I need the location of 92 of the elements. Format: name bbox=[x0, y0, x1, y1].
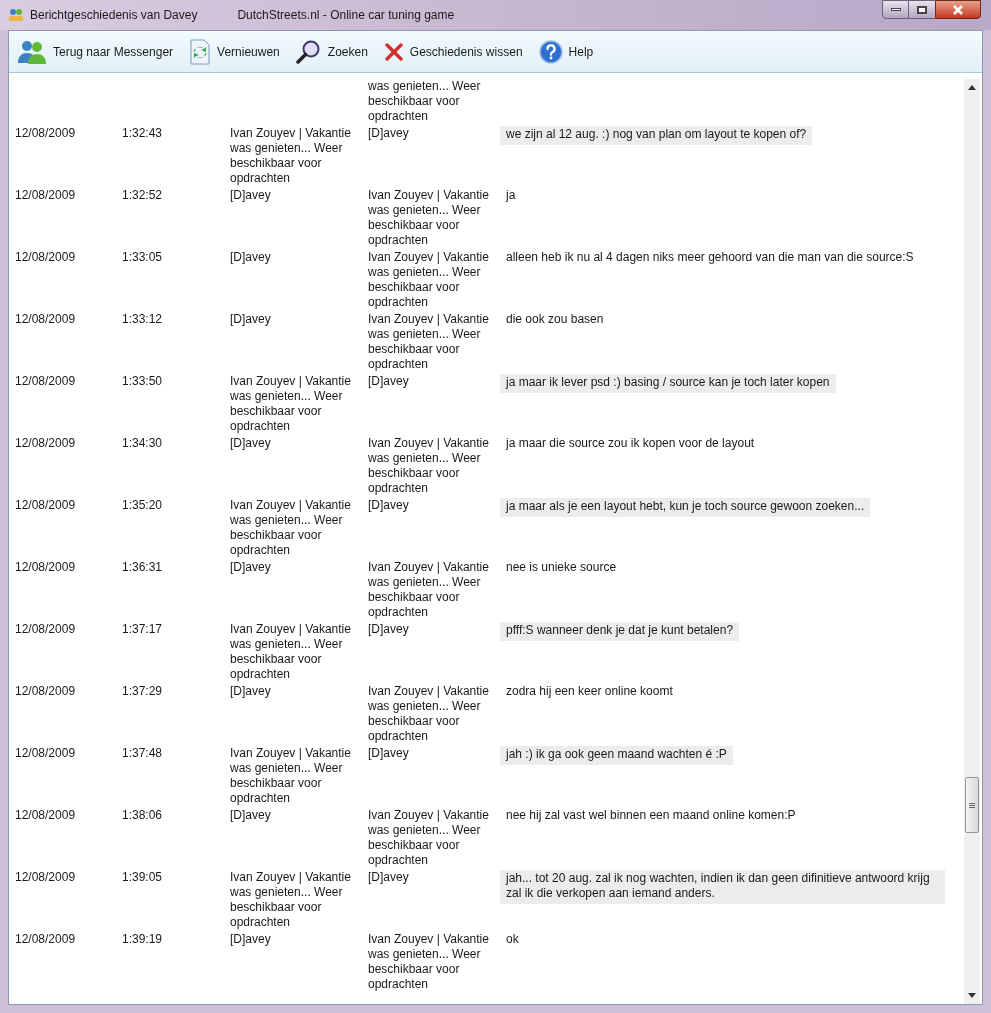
message-text: ja maar die source zou ik kopen voor de layout bbox=[504, 436, 756, 451]
recipient-cell-text: Ivan Zouyev | Vakantie was genieten... Weer beschikbaar voor opdrachten bbox=[368, 684, 490, 744]
date-cell-text: 12/08/2009 bbox=[15, 560, 77, 575]
recipient-cell-text: Ivan Zouyev | Vakantie was genieten... Weer beschikbaar voor opdrachten bbox=[368, 436, 490, 496]
time-cell-text: 1:37:29 bbox=[122, 684, 164, 699]
scrollbar[interactable] bbox=[964, 79, 980, 1004]
date-cell-text: 12/08/2009 bbox=[15, 870, 77, 885]
time-cell-text: 1:32:43 bbox=[122, 126, 164, 141]
date-cell-text: 12/08/2009 bbox=[15, 250, 77, 265]
recipient-cell-text: Ivan Zouyev | Vakantie was genieten... Weer beschikbaar voor opdrachten bbox=[368, 188, 490, 248]
time-cell-text: 1:32:52 bbox=[122, 188, 164, 203]
time-cell-text: 1:33:05 bbox=[122, 250, 164, 265]
refresh-icon bbox=[189, 38, 212, 65]
date-cell-text: 12/08/2009 bbox=[15, 746, 77, 761]
sender-cell-text: [D]avey bbox=[230, 188, 272, 203]
sender-cell-text: Ivan Zouyev | Vakantie was genieten... Weer beschikbaar voor opdrachten bbox=[230, 746, 352, 806]
sender-cell-text: Ivan Zouyev | Vakantie was genieten... Weer beschikbaar voor opdrachten bbox=[230, 622, 352, 682]
time-cell-text: 1:36:31 bbox=[122, 560, 164, 575]
recipient-cell-text: [D]avey bbox=[368, 374, 410, 389]
message-text: alleen heb ik nu al 4 dagen niks meer gehoord van die man van die source:S bbox=[505, 250, 915, 265]
time-cell-text: 1:39:19 bbox=[122, 932, 164, 947]
message-text: nee hij zal vast wel binnen een maand online komen:P bbox=[505, 808, 797, 823]
scroll-down-icon[interactable] bbox=[968, 993, 976, 998]
recipient-cell-text: [D]avey bbox=[368, 126, 410, 141]
toolbar-button[interactable]: Help bbox=[534, 39, 598, 64]
date-cell-text: 12/08/2009 bbox=[15, 684, 77, 699]
sender-cell-text: [D]avey bbox=[230, 808, 272, 823]
close-icon bbox=[383, 41, 404, 62]
message-text: die ook zou basen bbox=[505, 312, 605, 327]
time-cell-text: 1:38:06 bbox=[122, 808, 164, 823]
date-cell-text: 12/08/2009 bbox=[15, 374, 77, 389]
toolbar-button[interactable]: Geschiedenis wissen bbox=[379, 41, 527, 62]
toolbar-button[interactable]: Vernieuwen bbox=[185, 38, 284, 65]
message-text: jah :) ik ga ook geen maand wachten é :P bbox=[500, 746, 733, 765]
recipient-cell-text: [D]avey bbox=[368, 746, 410, 761]
toolbar-button[interactable]: Terug naar Messenger bbox=[13, 38, 178, 65]
window-subtitle: DutchStreets.nl - Online car tuning game bbox=[237, 7, 455, 24]
date-cell-text: 12/08/2009 bbox=[15, 436, 77, 451]
sender-cell-text: [D]avey bbox=[230, 250, 272, 265]
toolbar-button[interactable]: Zoeken bbox=[291, 38, 372, 65]
message-text: we zijn al 12 aug. :) nog van plan om layout te kopen of? bbox=[500, 126, 813, 145]
close-button[interactable] bbox=[935, 0, 981, 19]
date-cell-text: 12/08/2009 bbox=[15, 126, 77, 141]
close-icon bbox=[952, 4, 964, 15]
date-cell-text: 12/08/2009 bbox=[15, 622, 77, 637]
recipient-cell-text: Ivan Zouyev | Vakantie was genieten... Weer beschikbaar voor opdrachten bbox=[368, 560, 490, 620]
help-icon bbox=[538, 39, 563, 64]
message-text: ja maar als je een layout hebt, kun je toch source gewoon zoeken... bbox=[500, 498, 871, 517]
recipient-cell-text: Ivan Zouyev | Vakantie was genieten... Weer beschikbaar voor opdrachten bbox=[368, 932, 490, 992]
date-cell-text: 12/08/2009 bbox=[15, 188, 77, 203]
time-cell-text: 1:33:50 bbox=[122, 374, 164, 389]
message-text: nee is unieke source bbox=[505, 560, 618, 575]
sender-cell-text: [D]avey bbox=[230, 560, 272, 575]
scroll-up-icon[interactable] bbox=[968, 85, 976, 90]
time-cell-text: 1:37:17 bbox=[122, 622, 164, 637]
people-icon bbox=[17, 38, 47, 65]
recipient-cell-text: [D]avey bbox=[368, 622, 410, 637]
recipient-cell-text: [D]avey bbox=[368, 498, 410, 513]
sender-cell-text: Ivan Zouyev | Vakantie was genieten... Weer beschikbaar voor opdrachten bbox=[230, 374, 352, 434]
date-cell-text: 12/08/2009 bbox=[15, 808, 77, 823]
recipient-cell-text: Ivan Zouyev | Vakantie was genieten... Weer beschikbaar voor opdrachten bbox=[368, 312, 490, 372]
time-cell-text: 1:35:20 bbox=[122, 498, 164, 513]
time-cell-text: 1:39:05 bbox=[122, 870, 164, 885]
scroll-thumb[interactable] bbox=[965, 777, 979, 833]
recipient-cell-text: Ivan Zouyev | Vakantie was genieten... Weer beschikbaar voor opdrachten bbox=[368, 250, 490, 310]
recipient-text: was genieten... Weer beschikbaar voor opdrachten bbox=[368, 79, 482, 124]
sender-cell-text: Ivan Zouyev | Vakantie was genieten... Weer beschikbaar voor opdrachten bbox=[230, 870, 352, 930]
sender-cell-text: [D]avey bbox=[230, 312, 272, 327]
time-cell-text: 1:37:48 bbox=[122, 746, 164, 761]
date-cell-text: 12/08/2009 bbox=[15, 498, 77, 513]
message-text: ja bbox=[504, 188, 517, 203]
date-cell-text: 12/08/2009 bbox=[15, 932, 77, 947]
time-cell-text: 1:33:12 bbox=[122, 312, 164, 327]
time-cell-text: 1:34:30 bbox=[122, 436, 164, 451]
recipient-cell-text: Ivan Zouyev | Vakantie was genieten... Weer beschikbaar voor opdrachten bbox=[368, 808, 490, 868]
message-text: ok bbox=[505, 932, 520, 947]
sender-cell-text: [D]avey bbox=[230, 684, 272, 699]
sender-cell-text: Ivan Zouyev | Vakantie was genieten... Weer beschikbaar voor opdrachten bbox=[230, 126, 352, 186]
date-cell-text: 12/08/2009 bbox=[15, 312, 77, 327]
sender-cell-text: Ivan Zouyev | Vakantie was genieten... Weer beschikbaar voor opdrachten bbox=[230, 498, 352, 558]
app-icon bbox=[8, 8, 24, 22]
maximize-button[interactable] bbox=[909, 0, 935, 19]
message-text: zodra hij een keer online koomt bbox=[505, 684, 674, 699]
message-text: jah... tot 20 aug. zal ik nog wachten, indien ik dan geen difinitieve antwoord krijg zal ik die verkopen aan iemand anders. bbox=[500, 870, 945, 904]
sender-cell-text: [D]avey bbox=[230, 932, 272, 947]
sender-cell-text: [D]avey bbox=[230, 436, 272, 451]
window-title: Berichtgeschiedenis van Davey bbox=[30, 7, 198, 24]
message-text: ja maar ik lever psd :) basing / source kan je toch later kopen bbox=[500, 374, 836, 393]
minimize-button[interactable] bbox=[882, 0, 909, 19]
recipient-cell-text: [D]avey bbox=[368, 870, 410, 885]
search-icon bbox=[295, 38, 322, 65]
message-text: pfff:S wanneer denk je dat je kunt betalen? bbox=[500, 622, 740, 641]
